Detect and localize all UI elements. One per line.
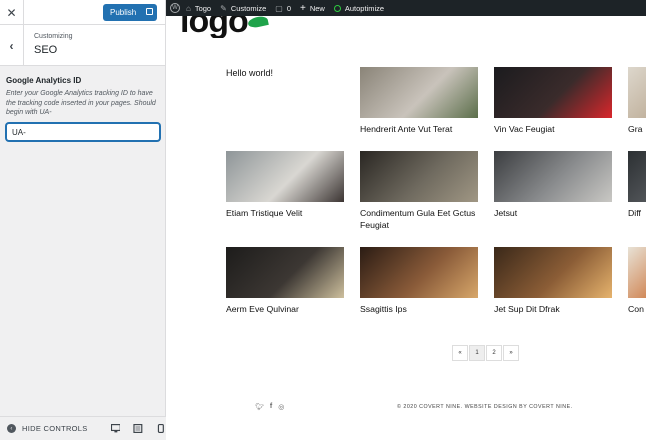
post-card[interactable]: Jetsut	[494, 151, 612, 220]
post-card[interactable]: Con Gtu	[628, 247, 646, 316]
plus-icon: +	[299, 2, 306, 14]
close-icon[interactable]: ✕	[0, 0, 24, 25]
site-name-label: Togo	[194, 3, 212, 13]
ga-control: Google Analytics ID Enter your Google An…	[0, 66, 165, 141]
adminbar-autoptimize[interactable]: Autoptimize	[333, 3, 385, 13]
publish-button[interactable]: Publish	[103, 4, 157, 21]
adminbar-site-name[interactable]: ⌂ Togo	[186, 4, 211, 13]
post-thumbnail[interactable]	[494, 151, 612, 202]
hide-controls-button[interactable]: ‹ HIDE CONTROLS	[0, 424, 98, 433]
post-card[interactable]: Aerm Eve Qulvinar	[226, 247, 344, 316]
ga-tracking-id-input[interactable]	[6, 123, 160, 141]
desktop-preview-icon[interactable]	[110, 424, 121, 433]
site-preview: W ⌂ Togo ✎ Customize ▢ 0 + New Autoptimi…	[166, 0, 646, 440]
post-card[interactable]: Condimentum Gula Eet Gctus Feugiat	[360, 151, 478, 231]
post-title[interactable]: Condimentum Gula Eet Gctus Feugiat	[360, 208, 478, 231]
post-card[interactable]: Gra	[628, 67, 646, 136]
post-card[interactable]: Ssagittis Ips	[360, 247, 478, 316]
tablet-preview-icon[interactable]	[133, 424, 143, 433]
autoptimize-status-icon	[333, 4, 341, 12]
section-title: SEO	[34, 44, 58, 56]
back-arrow-icon[interactable]: ‹	[0, 25, 24, 66]
post-title[interactable]: Etiam Tristique Velit	[226, 208, 344, 220]
post-thumbnail[interactable]	[360, 67, 478, 118]
publish-settings-icon[interactable]	[146, 8, 153, 15]
post-card[interactable]: Jet Sup Dit Dfrak	[494, 247, 612, 316]
post-thumbnail[interactable]	[628, 67, 646, 118]
pagination-page-1[interactable]: 1	[469, 345, 485, 361]
collapse-icon: ‹	[7, 424, 16, 433]
post-title[interactable]: Ssagittis Ips	[360, 304, 478, 316]
section-header: ‹ Customizing SEO	[0, 25, 165, 66]
customizer-sidebar: ✕ Publish ‹ Customizing SEO Google Analy…	[0, 0, 166, 440]
post-thumbnail[interactable]	[494, 247, 612, 298]
post-thumbnail[interactable]	[628, 151, 646, 202]
post-card[interactable]: Vin Vac Feugiat	[494, 67, 612, 136]
post-title-hello-world[interactable]: Hello world!	[226, 68, 273, 78]
pagination-page-2[interactable]: 2	[486, 345, 502, 361]
hide-controls-label: HIDE CONTROLS	[22, 424, 88, 433]
post-title[interactable]: Diff	[628, 208, 646, 220]
post-thumbnail[interactable]	[494, 67, 612, 118]
post-title[interactable]: Gra	[628, 124, 646, 136]
post-title[interactable]: Jetsut	[494, 208, 612, 220]
footer-copyright: © 2020 COVERT NINE. WEBSITE DESIGN BY CO…	[397, 404, 573, 410]
post-thumbnail[interactable]	[360, 151, 478, 202]
home-icon: ⌂	[186, 3, 191, 13]
post-thumbnail[interactable]	[628, 247, 646, 298]
breadcrumb: Customizing	[34, 33, 73, 40]
admin-bar: W ⌂ Togo ✎ Customize ▢ 0 + New Autoptimi…	[166, 0, 646, 16]
mobile-preview-icon[interactable]	[156, 424, 166, 433]
post-title[interactable]: Hendrerit Ante Vut Terat	[360, 124, 478, 136]
post-card[interactable]: Etiam Tristique Velit	[226, 151, 344, 220]
instagram-icon[interactable]: ◎	[278, 403, 284, 411]
comment-icon: ▢	[275, 3, 283, 13]
pagination-prev[interactable]: «	[452, 345, 468, 361]
facebook-icon[interactable]: f	[270, 403, 272, 411]
adminbar-customize[interactable]: ✎ Customize	[220, 4, 266, 13]
post-thumbnail[interactable]	[226, 151, 344, 202]
publish-label: Publish	[110, 8, 137, 17]
pagination-next[interactable]: »	[503, 345, 519, 361]
customize-label: Customize	[230, 3, 267, 13]
ga-label: Google Analytics ID	[6, 76, 82, 85]
post-card[interactable]: Hendrerit Ante Vut Terat	[360, 67, 478, 136]
pagination: « 1 2 »	[452, 345, 520, 361]
post-thumbnail[interactable]	[360, 247, 478, 298]
post-title[interactable]: Vin Vac Feugiat	[494, 124, 612, 136]
post-thumbnail[interactable]	[226, 247, 344, 298]
post-title[interactable]: Con Gtu	[628, 304, 646, 316]
autoptimize-label: Autoptimize	[344, 3, 385, 13]
post-card[interactable]: Diff	[628, 151, 646, 220]
comments-count: 0	[286, 3, 291, 13]
post-title[interactable]: Jet Sup Dit Dfrak	[494, 304, 612, 316]
wordpress-logo-icon[interactable]: W	[170, 3, 180, 13]
brush-icon: ✎	[220, 3, 227, 13]
social-links: 🐦︎ f ◎	[255, 403, 290, 411]
new-label: New	[309, 3, 325, 13]
post-title[interactable]: Aerm Eve Qulvinar	[226, 304, 344, 316]
customizer-footer: ‹ HIDE CONTROLS	[0, 416, 166, 440]
customizer-header: ✕ Publish	[0, 0, 165, 25]
adminbar-new[interactable]: + New	[300, 3, 325, 14]
ga-description: Enter your Google Analytics tracking ID …	[6, 90, 156, 116]
adminbar-comments[interactable]: ▢ 0	[275, 4, 291, 13]
twitter-icon[interactable]: 🐦︎	[255, 403, 264, 411]
logo-leaf-icon	[247, 15, 269, 29]
